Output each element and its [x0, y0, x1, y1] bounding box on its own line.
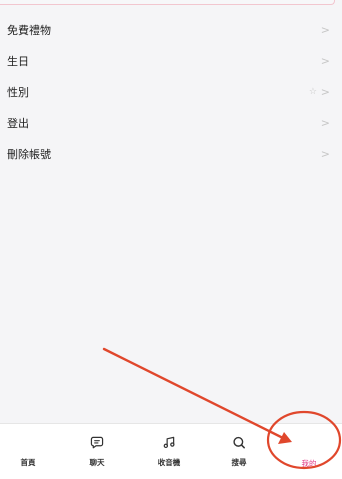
tab-chat[interactable]: 聊天: [69, 424, 125, 479]
bottom-tab-bar: 首頁 聊天 收音機 搜尋 我的: [0, 423, 342, 479]
menu-item-birthday[interactable]: 生日 >: [0, 45, 342, 76]
chevron-right-icon: >: [320, 85, 330, 98]
menu-item-delete-account[interactable]: 刪除帳號 >: [0, 138, 342, 169]
tab-label: 搜尋: [231, 458, 247, 467]
tab-home[interactable]: 首頁: [0, 424, 56, 479]
menu-item-free-gifts[interactable]: 免費禮物 >: [0, 14, 342, 45]
settings-menu: 免費禮物 > 生日 > 性別 ☆ > 登出 > 刪除帳號 >: [0, 14, 342, 169]
chevron-right-icon: >: [320, 147, 330, 160]
chat-icon: [90, 436, 104, 449]
menu-item-label: 免費禮物: [7, 23, 51, 37]
tab-label: 聊天: [89, 458, 105, 467]
star-icon: ☆: [308, 86, 317, 97]
tab-label: 收音機: [157, 458, 181, 467]
menu-item-label: 性別: [7, 85, 29, 99]
tab-label: 首頁: [20, 458, 36, 467]
tab-label: 我的: [301, 459, 317, 468]
tab-profile[interactable]: 我的: [281, 424, 337, 479]
search-icon: [233, 436, 245, 449]
menu-item-logout[interactable]: 登出 >: [0, 107, 342, 138]
menu-item-label: 刪除帳號: [7, 147, 51, 161]
top-card-edge: [0, 0, 335, 5]
menu-item-gender[interactable]: 性別 ☆ >: [0, 76, 342, 107]
menu-item-label: 登出: [7, 116, 29, 130]
tab-radio[interactable]: 收音機: [141, 424, 197, 479]
tab-search[interactable]: 搜尋: [211, 424, 267, 479]
chevron-right-icon: >: [320, 116, 330, 129]
menu-item-label: 生日: [7, 54, 29, 68]
chevron-right-icon: >: [320, 23, 330, 36]
music-note-icon: [163, 436, 175, 449]
chevron-right-icon: >: [320, 54, 330, 67]
